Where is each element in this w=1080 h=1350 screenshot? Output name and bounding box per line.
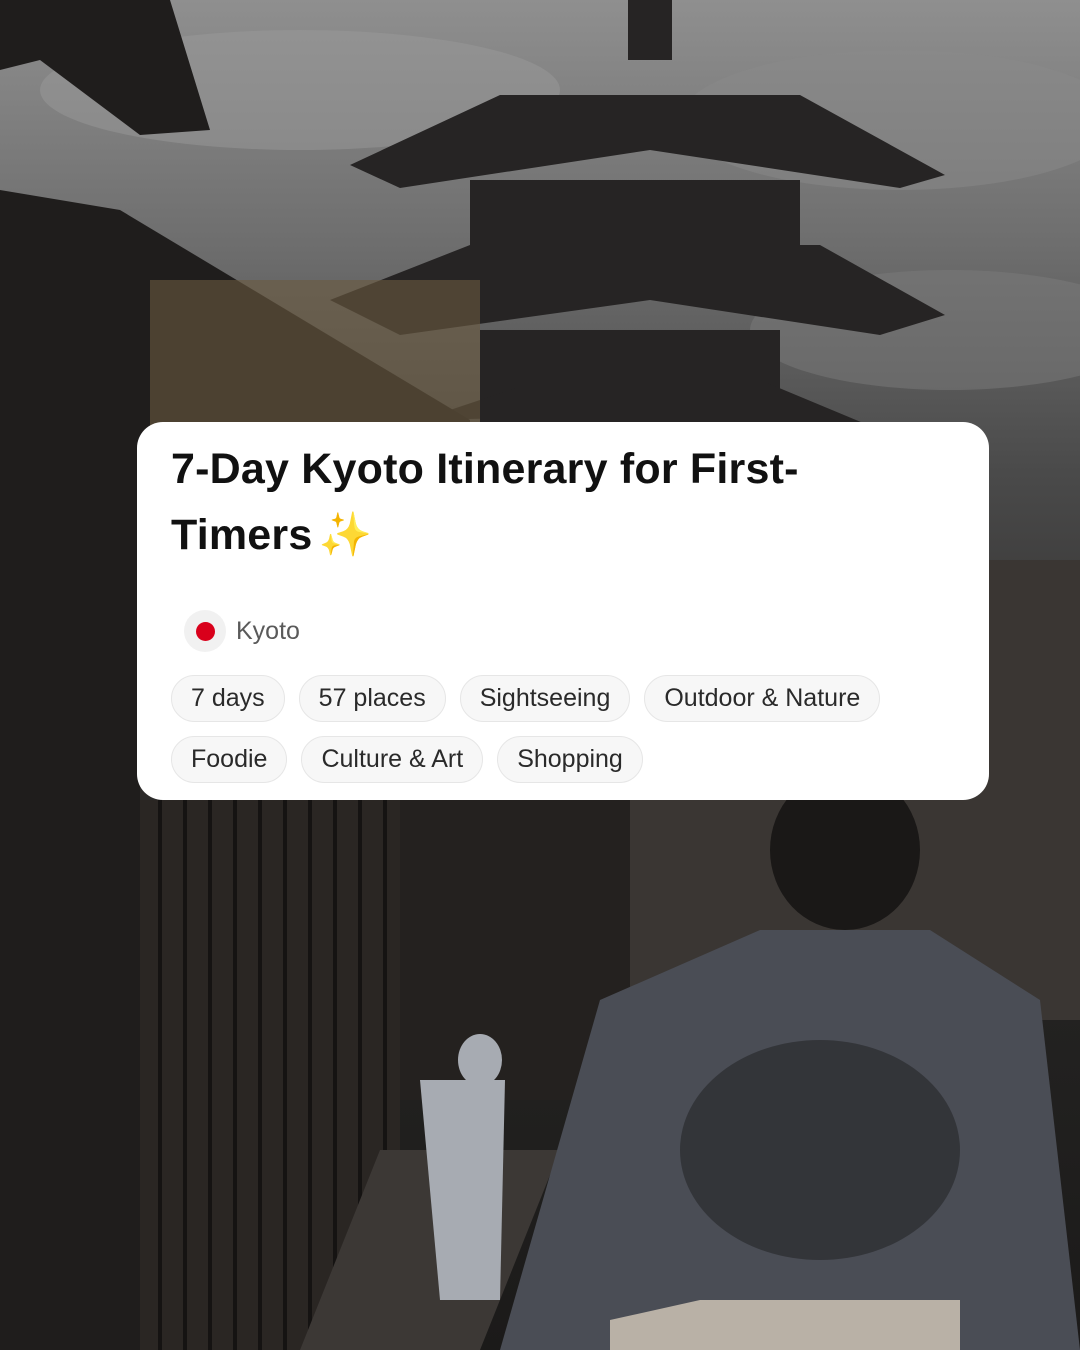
- tag-sightseeing[interactable]: Sightseeing: [459, 675, 631, 722]
- tag-places-count[interactable]: 57 places: [298, 675, 446, 722]
- itinerary-card[interactable]: 7-Day Kyoto Itinerary for First-Timers ✨ …: [137, 422, 989, 800]
- location-row: Kyoto: [171, 609, 955, 653]
- japan-flag-icon: [184, 610, 226, 652]
- sparkles-icon: ✨: [318, 511, 373, 559]
- tag-duration[interactable]: 7 days: [171, 675, 285, 722]
- flag-red-circle: [195, 621, 215, 641]
- tag-list: 7 days 57 places Sightseeing Outdoor & N…: [171, 675, 961, 783]
- tag-foodie[interactable]: Foodie: [171, 736, 288, 783]
- tag-shopping[interactable]: Shopping: [497, 736, 643, 783]
- tag-culture-art[interactable]: Culture & Art: [301, 736, 484, 783]
- tag-outdoor-nature[interactable]: Outdoor & Nature: [644, 675, 881, 722]
- itinerary-title: 7-Day Kyoto Itinerary for First-Timers ✨: [171, 436, 861, 568]
- itinerary-title-text: 7-Day Kyoto Itinerary for First-Timers: [171, 445, 799, 559]
- location-name: Kyoto: [236, 616, 300, 645]
